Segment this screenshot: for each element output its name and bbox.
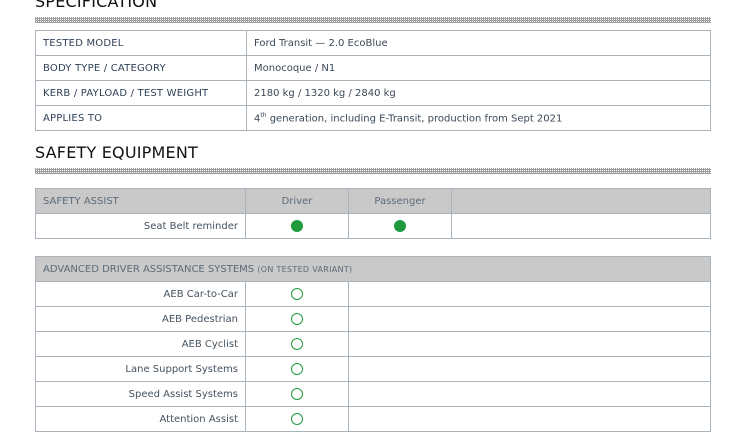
available-circle-icon [291, 388, 303, 400]
adas-label: Speed Assist Systems [35, 381, 246, 407]
applies-to-text: generation, including E-Transit, product… [266, 113, 563, 125]
status-cell [245, 306, 349, 332]
empty-cell [348, 281, 711, 307]
table-header-row: ADVANCED DRIVER ASSISTANCE SYSTEMS (on t… [35, 256, 711, 282]
fitted-dot-icon [291, 220, 303, 232]
driver-cell [245, 213, 349, 239]
table-row: Attention Assist [35, 406, 711, 432]
empty-cell [348, 306, 711, 332]
safety-equipment-title: SAFETY EQUIPMENT [35, 143, 198, 162]
adas-label: Attention Assist [35, 406, 246, 432]
spec-value: Ford Transit — 2.0 EcoBlue [246, 30, 711, 56]
table-row: Lane Support Systems [35, 356, 711, 382]
status-cell [245, 356, 349, 382]
available-circle-icon [291, 313, 303, 325]
available-circle-icon [291, 338, 303, 350]
safety-assist-header: SAFETY ASSIST [35, 188, 246, 214]
adas-label: AEB Pedestrian [35, 306, 246, 332]
section-divider [35, 17, 711, 23]
empty-cell [348, 331, 711, 357]
spec-label: TESTED MODEL [35, 30, 247, 56]
safety-assist-table: SAFETY ASSIST Driver Passenger Seat Belt… [35, 188, 711, 239]
table-row: KERB / PAYLOAD / TEST WEIGHT 2180 kg / 1… [35, 80, 711, 106]
spec-label: APPLIES TO [35, 105, 247, 131]
adas-label: AEB Car-to-Car [35, 281, 246, 307]
available-circle-icon [291, 413, 303, 425]
status-cell [245, 281, 349, 307]
table-row: Speed Assist Systems [35, 381, 711, 407]
empty-cell [348, 381, 711, 407]
available-circle-icon [291, 288, 303, 300]
passenger-column-header: Passenger [348, 188, 452, 214]
spec-value: Monocoque / N1 [246, 55, 711, 81]
fitted-dot-icon [394, 220, 406, 232]
table-row: TESTED MODEL Ford Transit — 2.0 EcoBlue [35, 30, 711, 56]
adas-header: ADVANCED DRIVER ASSISTANCE SYSTEMS (on t… [35, 256, 711, 282]
status-cell [245, 406, 349, 432]
specification-table: TESTED MODEL Ford Transit — 2.0 EcoBlue … [35, 30, 711, 131]
adas-header-note: (on tested variant) [257, 264, 353, 274]
spec-label: KERB / PAYLOAD / TEST WEIGHT [35, 80, 247, 106]
empty-cell [348, 356, 711, 382]
empty-header-cell [451, 188, 711, 214]
table-row: AEB Cyclist [35, 331, 711, 357]
status-cell [245, 331, 349, 357]
table-row: AEB Pedestrian [35, 306, 711, 332]
section-divider [35, 168, 711, 174]
spec-label: BODY TYPE / CATEGORY [35, 55, 247, 81]
driver-column-header: Driver [245, 188, 349, 214]
table-header-row: SAFETY ASSIST Driver Passenger [35, 188, 711, 214]
empty-cell [451, 213, 711, 239]
adas-header-title: ADVANCED DRIVER ASSISTANCE SYSTEMS [43, 263, 255, 275]
adas-label: Lane Support Systems [35, 356, 246, 382]
available-circle-icon [291, 363, 303, 375]
adas-table: ADVANCED DRIVER ASSISTANCE SYSTEMS (on t… [35, 256, 711, 432]
empty-cell [348, 406, 711, 432]
adas-label: AEB Cyclist [35, 331, 246, 357]
equipment-label: Seat Belt reminder [35, 213, 246, 239]
status-cell [245, 381, 349, 407]
table-row: BODY TYPE / CATEGORY Monocoque / N1 [35, 55, 711, 81]
table-row: Seat Belt reminder [35, 213, 711, 239]
table-row: AEB Car-to-Car [35, 281, 711, 307]
spec-value: 4th generation, including E-Transit, pro… [246, 105, 711, 131]
passenger-cell [348, 213, 452, 239]
spec-value: 2180 kg / 1320 kg / 2840 kg [246, 80, 711, 106]
specification-title: SPECIFICATION [35, 0, 158, 11]
table-row: APPLIES TO 4th generation, including E-T… [35, 105, 711, 131]
